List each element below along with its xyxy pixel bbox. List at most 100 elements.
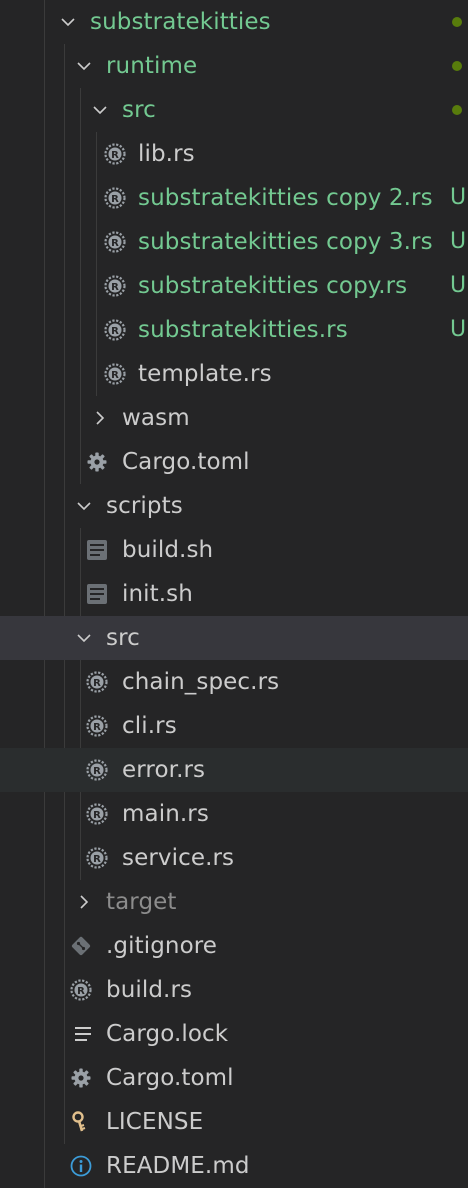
svg-text:R: R bbox=[111, 238, 119, 249]
tree-item-label: lib.rs bbox=[138, 141, 195, 167]
tree-file-error-rs[interactable]: R error.rs bbox=[0, 748, 468, 792]
tree-file-main-rs[interactable]: R main.rs bbox=[0, 792, 468, 836]
tree-file-lib-rs[interactable]: R lib.rs bbox=[0, 132, 468, 176]
chevron-down-icon[interactable] bbox=[72, 44, 96, 88]
tree-item-label: error.rs bbox=[122, 757, 206, 783]
chevron-down-icon[interactable] bbox=[72, 616, 96, 660]
tree-item-label: chain_spec.rs bbox=[122, 669, 280, 695]
tree-item-label: service.rs bbox=[122, 845, 235, 871]
tree-item-label: target bbox=[106, 889, 177, 915]
tree-item-label: substratekitties bbox=[90, 9, 271, 35]
tree-folder-substratekitties[interactable]: substratekitties bbox=[0, 0, 468, 44]
git-untracked-badge: U bbox=[450, 229, 467, 254]
svg-text:R: R bbox=[111, 282, 119, 293]
svg-text:R: R bbox=[93, 722, 101, 733]
rust-file-icon: R bbox=[86, 759, 108, 781]
rust-file-icon: R bbox=[104, 363, 126, 385]
git-untracked-badge: U bbox=[450, 273, 467, 298]
tree-file-chain-spec-rs[interactable]: R chain_spec.rs bbox=[0, 660, 468, 704]
git-untracked-badge: U bbox=[450, 317, 467, 342]
tree-file-cargo-toml-root[interactable]: Cargo.toml bbox=[0, 1056, 468, 1100]
key-icon bbox=[70, 1111, 92, 1133]
tree-file-substratekitties-copy-3[interactable]: R substratekitties copy 3.rs U bbox=[0, 220, 468, 264]
tree-file-build-rs[interactable]: R build.rs bbox=[0, 968, 468, 1012]
rust-file-icon: R bbox=[86, 671, 108, 693]
shell-script-icon bbox=[86, 583, 108, 605]
tree-item-label: cli.rs bbox=[122, 713, 177, 739]
file-explorer-tree: substratekitties runtime src R lib.rs R … bbox=[0, 0, 468, 1188]
tree-folder-runtime[interactable]: runtime bbox=[0, 44, 468, 88]
tree-item-label: .gitignore bbox=[106, 933, 218, 959]
svg-text:R: R bbox=[93, 810, 101, 821]
tree-file-readme-md[interactable]: README.md bbox=[0, 1144, 468, 1188]
tree-file-init-sh[interactable]: init.sh bbox=[0, 572, 468, 616]
tree-item-label: substratekitties copy.rs bbox=[138, 273, 408, 299]
tree-item-label: build.sh bbox=[122, 537, 214, 563]
rust-file-icon: R bbox=[86, 847, 108, 869]
tree-file-substratekitties-copy-2[interactable]: R substratekitties copy 2.rs U bbox=[0, 176, 468, 220]
tree-file-build-sh[interactable]: build.sh bbox=[0, 528, 468, 572]
svg-text:R: R bbox=[111, 326, 119, 337]
chevron-down-icon[interactable] bbox=[88, 88, 112, 132]
gear-icon bbox=[86, 451, 108, 473]
git-modified-dot bbox=[452, 61, 462, 71]
git-untracked-badge: U bbox=[450, 185, 467, 210]
tree-item-label: src bbox=[106, 625, 140, 651]
tree-item-label: README.md bbox=[106, 1153, 250, 1179]
tree-file-license[interactable]: LICENSE bbox=[0, 1100, 468, 1144]
tree-item-label: substratekitties.rs bbox=[138, 317, 348, 343]
tree-item-label: substratekitties copy 2.rs bbox=[138, 185, 433, 211]
svg-text:R: R bbox=[93, 766, 101, 777]
tree-item-label: main.rs bbox=[122, 801, 209, 827]
gear-icon bbox=[70, 1067, 92, 1089]
tree-item-label: src bbox=[122, 97, 156, 123]
tree-file-cargo-toml[interactable]: Cargo.toml bbox=[0, 440, 468, 484]
svg-text:R: R bbox=[77, 986, 85, 997]
tree-folder-src[interactable]: src bbox=[0, 88, 468, 132]
rust-file-icon: R bbox=[104, 275, 126, 297]
tree-file-cargo-lock[interactable]: Cargo.lock bbox=[0, 1012, 468, 1056]
tree-item-label: scripts bbox=[106, 493, 183, 519]
tree-item-label: substratekitties copy 3.rs bbox=[138, 229, 433, 255]
chevron-down-icon[interactable] bbox=[72, 484, 96, 528]
chevron-right-icon[interactable] bbox=[72, 880, 96, 924]
tree-item-label: runtime bbox=[106, 53, 198, 79]
git-icon bbox=[70, 935, 92, 957]
rust-file-icon: R bbox=[104, 143, 126, 165]
tree-item-label: build.rs bbox=[106, 977, 193, 1003]
tree-folder-src-root[interactable]: src bbox=[0, 616, 468, 660]
tree-item-label: wasm bbox=[122, 405, 190, 431]
tree-file-service-rs[interactable]: R service.rs bbox=[0, 836, 468, 880]
lines-icon bbox=[72, 1023, 94, 1045]
tree-item-label: init.sh bbox=[122, 581, 193, 607]
tree-folder-wasm[interactable]: wasm bbox=[0, 396, 468, 440]
tree-file-cli-rs[interactable]: R cli.rs bbox=[0, 704, 468, 748]
svg-text:R: R bbox=[111, 370, 119, 381]
svg-text:R: R bbox=[93, 854, 101, 865]
rust-file-icon: R bbox=[86, 715, 108, 737]
info-icon bbox=[70, 1155, 92, 1177]
tree-folder-scripts[interactable]: scripts bbox=[0, 484, 468, 528]
tree-item-label: template.rs bbox=[138, 361, 272, 387]
tree-item-label: Cargo.toml bbox=[122, 449, 250, 475]
tree-folder-target[interactable]: target bbox=[0, 880, 468, 924]
rust-file-icon: R bbox=[104, 187, 126, 209]
tree-file-template-rs[interactable]: R template.rs bbox=[0, 352, 468, 396]
chevron-right-icon[interactable] bbox=[88, 396, 112, 440]
rust-file-icon: R bbox=[104, 319, 126, 341]
git-modified-dot bbox=[452, 105, 462, 115]
rust-file-icon: R bbox=[104, 231, 126, 253]
rust-file-icon: R bbox=[86, 803, 108, 825]
rust-file-icon: R bbox=[70, 979, 92, 1001]
svg-text:R: R bbox=[111, 150, 119, 161]
tree-item-label: LICENSE bbox=[106, 1109, 204, 1135]
tree-file-substratekitties-copy[interactable]: R substratekitties copy.rs U bbox=[0, 264, 468, 308]
svg-text:R: R bbox=[93, 678, 101, 689]
chevron-down-icon[interactable] bbox=[56, 0, 80, 44]
tree-file-substratekitties[interactable]: R substratekitties.rs U bbox=[0, 308, 468, 352]
shell-script-icon bbox=[86, 539, 108, 561]
svg-text:R: R bbox=[111, 194, 119, 205]
git-modified-dot bbox=[452, 17, 462, 27]
tree-file-gitignore[interactable]: .gitignore bbox=[0, 924, 468, 968]
tree-item-label: Cargo.lock bbox=[106, 1021, 229, 1047]
